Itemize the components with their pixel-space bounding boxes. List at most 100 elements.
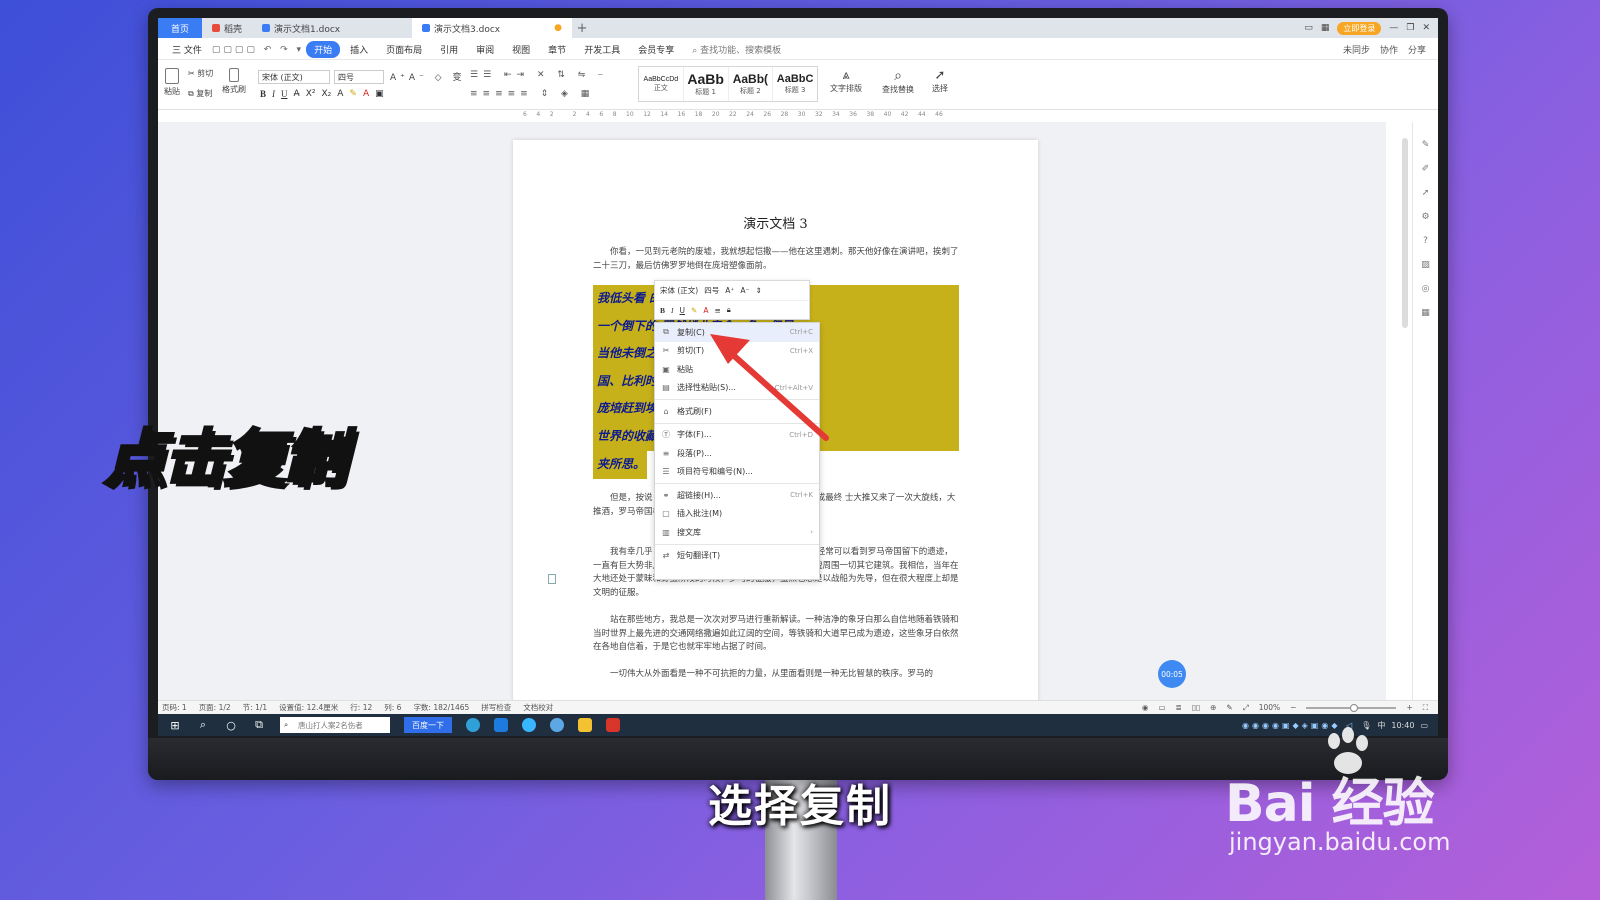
globe-app-icon[interactable] xyxy=(550,718,564,732)
paragraph-5[interactable]: 一切伟大从外面看是一种不可抗拒的力量，从里面看则是一种无比智慧的秩序。罗马的 xyxy=(593,668,959,682)
context-menu-item[interactable]: ▥ 搜文库 › xyxy=(655,523,819,542)
context-menu-item[interactable]: ≡ 段落(P)... xyxy=(655,444,819,463)
menu-view[interactable]: 视图 xyxy=(504,41,538,58)
mini-lock-icon[interactable]: 🔒︎ xyxy=(727,305,731,315)
mini-underline-button[interactable]: U xyxy=(680,306,686,315)
menu-references[interactable]: 引用 xyxy=(432,41,466,58)
paste-button[interactable]: 粘贴 xyxy=(164,68,180,97)
outline-view-icon[interactable]: ≣ xyxy=(1176,703,1182,712)
highlighted-selection-tail[interactable]: 夹所思。 xyxy=(593,451,647,479)
mini-font-size[interactable]: 四号 xyxy=(704,285,719,296)
minimize-icon[interactable]: — xyxy=(1389,23,1398,33)
italic-button[interactable]: I xyxy=(272,89,275,99)
font-color-button[interactable]: A xyxy=(363,89,369,99)
char-border-button[interactable]: ▣ xyxy=(375,89,384,99)
mini-highlight-icon[interactable]: ✎ xyxy=(691,306,697,315)
style-pane-icon[interactable]: ✎ xyxy=(1422,140,1430,150)
pen-icon[interactable]: ✎ xyxy=(1226,703,1232,712)
taskbar-search-input[interactable]: ⌕ 唐山打人案2名伤者 xyxy=(280,717,390,733)
text-layout-button[interactable]: ⩓ 文字排版 xyxy=(830,68,862,94)
help-icon[interactable]: ? xyxy=(1423,236,1428,246)
task-view-icon[interactable]: ⧉ xyxy=(252,718,266,732)
grow-font-icon[interactable]: A⁺ xyxy=(725,286,734,295)
edit-icon[interactable]: ✐ xyxy=(1422,164,1430,174)
collaborate-button[interactable]: 协作 xyxy=(1380,43,1398,56)
tab-docer[interactable]: 稻壳 xyxy=(202,18,252,38)
format-painter-button[interactable]: 格式刷 xyxy=(222,68,246,95)
share-button[interactable]: 分享 xyxy=(1408,43,1426,56)
search-icon[interactable]: ⌕ xyxy=(196,718,210,732)
paragraph-4[interactable]: 站在那些地方，我总是一次次对罗马进行重新解读。一种洁净的象牙白那么自信地随着铁骑… xyxy=(593,614,959,655)
zoom-level[interactable]: 100% xyxy=(1259,703,1280,712)
context-menu-item[interactable]: ⚭ 超链接(H)... Ctrl+K xyxy=(655,486,819,505)
strikethrough-button[interactable]: A̶ xyxy=(294,89,300,99)
highlight-button[interactable]: ✎ xyxy=(349,89,357,99)
menu-home[interactable]: 开始 xyxy=(306,41,341,58)
status-item[interactable]: 拼写检查 xyxy=(481,702,511,713)
style-heading-2[interactable]: AaBb( 标题 2 xyxy=(729,67,774,101)
reading-view-icon[interactable]: ▯▯ xyxy=(1192,703,1200,712)
sync-button[interactable]: 未同步 xyxy=(1343,43,1370,56)
cut-button[interactable]: ✂ 剪切 xyxy=(188,68,213,79)
style-heading-1[interactable]: AaBb 标题 1 xyxy=(684,67,729,101)
bold-button[interactable]: B xyxy=(260,89,266,99)
page-view-icon[interactable]: ▭ xyxy=(1158,703,1165,712)
underline-button[interactable]: U xyxy=(281,89,288,99)
zoom-in-button[interactable]: + xyxy=(1406,703,1412,712)
baidu-search-button[interactable]: 百度一下 xyxy=(404,717,452,733)
close-icon[interactable]: ✕ xyxy=(1422,23,1430,33)
select-pane-icon[interactable]: ➚ xyxy=(1422,188,1430,198)
zoom-slider[interactable] xyxy=(1306,703,1397,712)
status-item[interactable]: 文档校对 xyxy=(523,702,553,713)
find-replace-button[interactable]: ⌕ 查找替换 xyxy=(882,68,914,95)
menu-file[interactable]: 三 文件 xyxy=(164,41,210,58)
copy-button[interactable]: ⧉ 复制 xyxy=(188,88,212,99)
clock[interactable]: 10:40 xyxy=(1391,721,1414,730)
menu-developer[interactable]: 开发工具 xyxy=(576,41,628,58)
file-explorer-icon[interactable] xyxy=(578,718,592,732)
cortana-icon[interactable]: ○ xyxy=(224,718,238,732)
mini-align-icon[interactable]: ≡ xyxy=(714,306,720,315)
paragraph-controls-row1[interactable]: ☰☰ ⇤⇥ ✕ ⇅ ⇋ ⎯ xyxy=(470,70,608,80)
text-effect-button[interactable]: A xyxy=(337,89,343,99)
table-icon[interactable]: ▦ xyxy=(1421,308,1430,318)
vertical-scrollbar[interactable] xyxy=(1402,138,1408,328)
context-menu-item[interactable]: ⧉ 复制(C) Ctrl+C xyxy=(655,323,819,342)
horizontal-ruler[interactable]: 6 4 2 2 4 6 8 10 12 14 16 18 20 22 24 26 28 30 32 34 36 38 40 4… xyxy=(523,111,943,121)
menu-chapter[interactable]: 章节 xyxy=(540,41,574,58)
context-menu-item[interactable]: ▢ 插入批注(M) xyxy=(655,505,819,524)
mini-bold-button[interactable]: B xyxy=(660,306,665,315)
font-size-select[interactable]: 四号 xyxy=(334,70,384,84)
menu-page-layout[interactable]: 页面布局 xyxy=(378,41,430,58)
web-view-icon[interactable]: ⊕ xyxy=(1210,703,1216,712)
paragraph-controls-row2[interactable]: ≡≡≡≡≡ ⇕ ◈ ▦ xyxy=(470,89,594,99)
context-menu-item[interactable]: ▤ 选择性粘贴(S)... Ctrl+Alt+V xyxy=(655,379,819,398)
login-button[interactable]: 立即登录 xyxy=(1337,21,1382,35)
subscript-button[interactable]: X₂ xyxy=(321,89,331,99)
edge-app-icon[interactable] xyxy=(494,718,508,732)
context-menu-item[interactable]: ✂ 剪切(T) Ctrl+X xyxy=(655,342,819,361)
menu-insert[interactable]: 插入 xyxy=(342,41,376,58)
tab-document-3[interactable]: 演示文档3.docx ● xyxy=(412,18,573,38)
apps-icon[interactable]: ▦ xyxy=(1321,23,1330,33)
fit-icon[interactable]: ⤢ xyxy=(1243,703,1249,713)
mini-italic-button[interactable]: I xyxy=(671,306,674,315)
tab-home[interactable]: 首页 xyxy=(158,18,202,38)
mini-font-color-icon[interactable]: A xyxy=(703,306,708,315)
eye-icon[interactable]: ◉ xyxy=(1142,703,1149,712)
adjust-icon[interactable]: ⚙ xyxy=(1421,212,1429,222)
context-menu-item[interactable]: Ⓣ 字体(F)... Ctrl+D xyxy=(655,426,819,445)
image-icon[interactable]: ▨ xyxy=(1421,260,1430,270)
new-tab-button[interactable]: + xyxy=(572,21,592,36)
shrink-font-icon[interactable]: A⁻ xyxy=(740,286,749,295)
menu-review[interactable]: 审阅 xyxy=(468,41,502,58)
qq-browser-app-icon[interactable] xyxy=(522,718,536,732)
browser-app-icon[interactable] xyxy=(466,718,480,732)
layout-icon[interactable]: ▭ xyxy=(1304,23,1313,33)
select-button[interactable]: ➚ 选择 xyxy=(932,68,948,94)
notification-icon[interactable]: ▭ xyxy=(1420,721,1428,730)
windows-start-icon[interactable]: ⊞ xyxy=(168,718,182,732)
style-normal[interactable]: AaBbCcDd 正文 xyxy=(639,67,684,101)
context-menu-item[interactable]: ⌂ 格式刷(F) xyxy=(655,402,819,421)
fullscreen-icon[interactable]: ⛶ xyxy=(1423,703,1428,713)
